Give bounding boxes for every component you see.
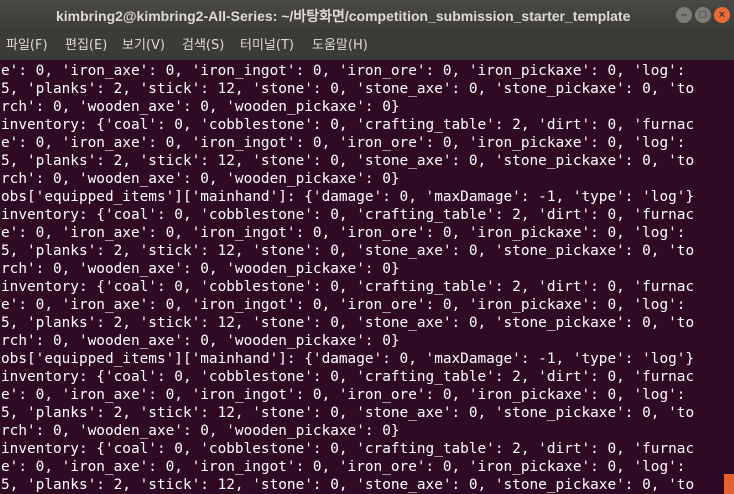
terminal-line: inventory: {'coal': 0, 'cobblestone': 0,… (1, 279, 695, 295)
terminal-line: e': 0, 'iron_axe': 0, 'iron_ingot': 0, '… (1, 387, 686, 403)
terminal-line: rch': 0, 'wooden_axe': 0, 'wooden_pickax… (1, 171, 400, 187)
menu-view[interactable]: 보기(V) (120, 32, 167, 60)
terminal-line: 5, 'planks': 2, 'stick': 12, 'stone': 0,… (1, 315, 695, 331)
terminal-cursor (724, 474, 734, 494)
terminal-line: e': 0, 'iron_axe': 0, 'iron_ingot': 0, '… (1, 459, 686, 475)
terminal-line: rch': 0, 'wooden_axe': 0, 'wooden_pickax… (1, 333, 400, 349)
terminal-line: 5, 'planks': 2, 'stick': 12, 'stone': 0,… (1, 243, 695, 259)
terminal-output[interactable]: e': 0, 'iron_axe': 0, 'iron_ingot': 0, '… (0, 60, 734, 494)
menu-terminal[interactable]: 터미널(T) (238, 32, 296, 60)
terminal-line: obs['equipped_items']['mainhand']: {'dam… (1, 189, 695, 205)
terminal-line: 5, 'planks': 2, 'stick': 12, 'stone': 0,… (1, 81, 695, 97)
menu-bar: 파일(F) 편집(E) 보기(V) 검색(S) 터미널(T) 도움말(H) (0, 32, 734, 60)
terminal-line: 5, 'planks': 2, 'stick': 12, 'stone': 0,… (1, 405, 695, 421)
terminal-line: rch': 0, 'wooden_axe': 0, 'wooden_pickax… (1, 99, 400, 115)
terminal-line: 5, 'planks': 2, 'stick': 12, 'stone': 0,… (1, 153, 695, 169)
title-bar[interactable]: kimbring2@kimbring2-All-Series: ~/바탕화면/c… (0, 0, 734, 32)
terminal-line: e': 0, 'iron_axe': 0, 'iron_ingot': 0, '… (1, 135, 686, 151)
close-button[interactable]: × (714, 7, 730, 23)
terminal-line: inventory: {'coal': 0, 'cobblestone': 0,… (1, 117, 695, 133)
terminal-line: inventory: {'coal': 0, 'cobblestone': 0,… (1, 441, 695, 457)
menu-help[interactable]: 도움말(H) (310, 32, 370, 60)
terminal-line: e': 0, 'iron_axe': 0, 'iron_ingot': 0, '… (1, 225, 686, 241)
terminal-line: e': 0, 'iron_axe': 0, 'iron_ingot': 0, '… (1, 63, 686, 79)
menu-edit[interactable]: 편집(E) (63, 32, 109, 60)
menu-file[interactable]: 파일(F) (4, 32, 50, 60)
terminal-line: rch': 0, 'wooden_axe': 0, 'wooden_pickax… (1, 423, 400, 439)
terminal-line: 5, 'planks': 2, 'stick': 12, 'stone': 0,… (1, 477, 695, 493)
terminal-line: e': 0, 'iron_axe': 0, 'iron_ingot': 0, '… (1, 297, 686, 313)
terminal-window: kimbring2@kimbring2-All-Series: ~/바탕화면/c… (0, 0, 734, 494)
window-title: kimbring2@kimbring2-All-Series: ~/바탕화면/c… (56, 8, 631, 24)
terminal-line: obs['equipped_items']['mainhand']: {'dam… (1, 351, 695, 367)
terminal-line: inventory: {'coal': 0, 'cobblestone': 0,… (1, 369, 695, 385)
terminal-line: rch': 0, 'wooden_axe': 0, 'wooden_pickax… (1, 261, 400, 277)
terminal-line: inventory: {'coal': 0, 'cobblestone': 0,… (1, 207, 695, 223)
menu-search[interactable]: 검색(S) (180, 32, 226, 60)
minimize-button[interactable]: – (676, 7, 692, 23)
maximize-button[interactable]: □ (695, 7, 711, 23)
